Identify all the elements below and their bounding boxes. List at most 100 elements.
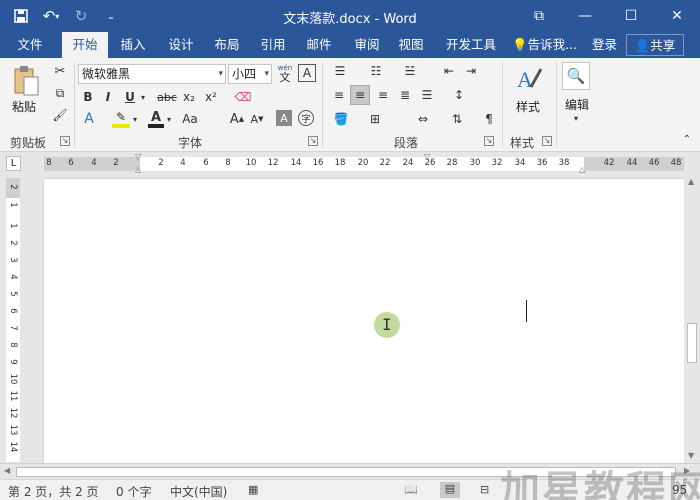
minimize-icon[interactable]: — [562, 0, 608, 32]
document-page[interactable]: I [44, 179, 684, 469]
first-line-indent-marker[interactable]: ▽ [135, 152, 141, 161]
tab-developer[interactable]: 开发工具 [438, 32, 504, 58]
increase-indent-icon[interactable]: ⇥ [462, 62, 480, 80]
enclose-characters-icon[interactable]: 字 [298, 110, 314, 126]
tab-layout[interactable]: 布局 [206, 32, 248, 58]
redo-icon[interactable]: ↻ [68, 4, 94, 28]
tab-insert[interactable]: 插入 [112, 32, 154, 58]
customize-qat-icon[interactable]: ₌ [98, 4, 124, 28]
cut-icon[interactable]: ✂ [52, 62, 68, 80]
bullets-icon[interactable]: ☰ [330, 62, 350, 80]
clear-formatting-icon[interactable]: ⌫ [234, 88, 252, 106]
phonetic-guide-icon[interactable]: wén 文 [276, 62, 294, 84]
tab-selector-button[interactable]: L [6, 156, 21, 171]
format-painter-icon[interactable]: 🖌 [52, 106, 68, 124]
word-count[interactable]: 0 个字 [116, 483, 151, 500]
underline-icon[interactable]: U [122, 88, 138, 106]
print-layout-icon[interactable]: ▤ [440, 482, 460, 498]
chevron-down-icon[interactable]: ▾ [570, 112, 582, 124]
align-center-icon[interactable]: ≡ [350, 85, 370, 105]
horizontal-scrollbar[interactable]: ◀ ▶ [0, 463, 700, 479]
tab-stop-marker[interactable]: ▽ [424, 152, 430, 161]
zoom-level[interactable]: 95 [672, 483, 687, 497]
tab-review[interactable]: 审阅 [346, 32, 388, 58]
italic-icon[interactable]: I [100, 88, 116, 106]
ribbon-display-options-icon[interactable]: ⧉ [516, 0, 562, 32]
ruler-number: 6 [8, 308, 18, 314]
highlight-icon[interactable]: ✎ [112, 110, 130, 128]
collapse-ribbon-icon[interactable]: ⌃ [680, 132, 694, 146]
strikethrough-icon[interactable]: abc [156, 88, 178, 106]
align-left-icon[interactable]: ≡ [330, 86, 348, 104]
scroll-up-icon[interactable]: ▲ [688, 177, 694, 186]
justify-icon[interactable]: ≣ [396, 86, 414, 104]
paste-button[interactable]: 粘贴 [12, 98, 36, 115]
page-count[interactable]: 第 2 页，共 2 页 [8, 483, 99, 500]
align-right-icon[interactable]: ≡ [374, 86, 392, 104]
multilevel-list-icon[interactable]: ☱ [400, 62, 420, 80]
character-shading-icon[interactable]: A [276, 110, 292, 126]
scroll-right-icon[interactable]: ▶ [684, 466, 690, 475]
clipboard-launcher-icon[interactable]: ↘ [60, 136, 70, 146]
change-case-icon[interactable]: Aa [180, 110, 200, 128]
shrink-font-icon[interactable]: A ▼ [248, 110, 266, 128]
tab-design[interactable]: 设计 [160, 32, 202, 58]
left-indent-marker[interactable]: △ [135, 165, 141, 174]
numbering-icon[interactable]: ☷ [366, 62, 386, 80]
subscript-icon[interactable]: x₂ [180, 88, 198, 106]
font-launcher-icon[interactable]: ↘ [308, 136, 318, 146]
right-indent-marker[interactable]: △ [579, 165, 585, 174]
vertical-scrollbar[interactable]: ▲ ▼ [684, 175, 700, 463]
scroll-down-icon[interactable]: ▼ [688, 451, 694, 460]
paragraph-launcher-icon[interactable]: ↘ [484, 136, 494, 146]
horizontal-ruler[interactable]: 8 6 4 2 2 4 6 8 10 12 14 16 18 20 22 24 … [44, 152, 684, 174]
styles-icon[interactable]: A [514, 64, 544, 94]
login-link[interactable]: 登录 [592, 32, 617, 58]
tab-view[interactable]: 视图 [390, 32, 432, 58]
bold-icon[interactable]: B [80, 88, 96, 106]
text-effects-icon[interactable]: A [80, 110, 98, 128]
read-mode-icon[interactable]: 📖 [404, 483, 418, 496]
chinese-layout-icon[interactable]: ⇔ [414, 110, 432, 128]
copy-icon[interactable]: ⧉ [52, 84, 68, 102]
paste-icon[interactable] [10, 64, 42, 98]
line-spacing-icon[interactable]: ↕ [448, 86, 470, 104]
chevron-down-icon[interactable]: ▾ [130, 110, 140, 128]
grow-font-icon[interactable]: A ▲ [228, 110, 246, 128]
scroll-left-icon[interactable]: ◀ [4, 466, 10, 475]
vertical-scroll-thumb[interactable] [687, 323, 697, 363]
chevron-down-icon[interactable]: ▾ [138, 88, 148, 106]
horizontal-scroll-thumb[interactable] [16, 467, 676, 477]
macro-record-icon[interactable]: ▦ [248, 483, 258, 496]
sort-icon[interactable]: ⇅ [448, 110, 466, 128]
language-indicator[interactable]: 中文(中国) [170, 483, 227, 500]
tab-file[interactable]: 文件 [6, 32, 54, 58]
tab-home[interactable]: 开始 [62, 32, 108, 58]
decrease-indent-icon[interactable]: ⇤ [440, 62, 458, 80]
shading-icon[interactable]: 🪣 [330, 110, 352, 128]
undo-dropdown-icon[interactable]: ▾ [55, 12, 59, 21]
font-size-combo[interactable]: 小四 ▾ [228, 64, 272, 84]
save-icon[interactable] [8, 4, 34, 28]
undo-button[interactable]: ↶ ▾ [38, 4, 64, 28]
character-border-icon[interactable]: A [298, 64, 316, 82]
superscript-icon[interactable]: x² [202, 88, 220, 106]
chevron-down-icon[interactable]: ▾ [164, 110, 174, 128]
tab-mailings[interactable]: 邮件 [298, 32, 340, 58]
font-family-combo[interactable]: 微软雅黑 ▾ [78, 64, 226, 84]
tab-references[interactable]: 引用 [252, 32, 294, 58]
maximize-icon[interactable]: ☐ [608, 0, 654, 32]
styles-launcher-icon[interactable]: ↘ [542, 136, 552, 146]
styles-button[interactable]: 样式 [516, 98, 540, 115]
search-icon[interactable]: 🔍 [562, 62, 590, 90]
share-button[interactable]: 👤共享 [626, 34, 684, 56]
close-icon[interactable]: ✕ [654, 0, 700, 32]
font-color-icon[interactable]: A [148, 110, 164, 128]
vertical-ruler[interactable]: 2 1 1 2 3 4 5 6 7 8 9 10 11 12 13 14 [6, 178, 20, 462]
distributed-icon[interactable]: ☰ [418, 86, 436, 104]
tell-me-box[interactable]: 💡告诉我... [512, 32, 577, 58]
show-marks-icon[interactable]: ¶ [480, 110, 498, 128]
web-layout-icon[interactable]: ⊟ [480, 483, 489, 496]
borders-icon[interactable]: ⊞ [364, 110, 386, 128]
editing-button[interactable]: 编辑 [565, 96, 589, 113]
